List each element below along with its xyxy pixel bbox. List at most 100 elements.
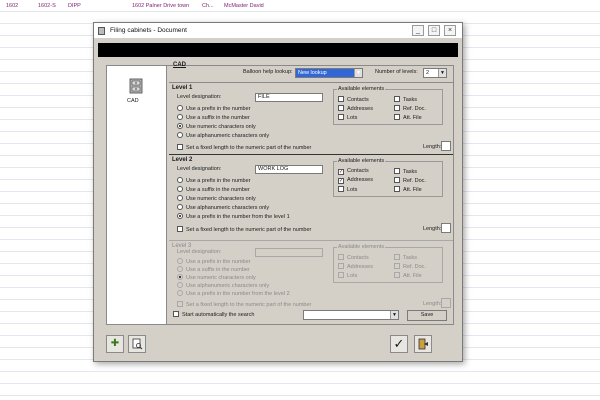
element-tasks[interactable]: Tasks xyxy=(394,96,417,103)
element-ref-doc[interactable]: Ref. Doc. xyxy=(394,177,426,184)
checkbox[interactable] xyxy=(173,311,179,317)
option-numeric[interactable]: Use numeric characters only xyxy=(177,123,256,130)
checkbox[interactable] xyxy=(338,114,344,120)
element-addresses[interactable]: Addresses xyxy=(338,105,373,112)
checkbox[interactable] xyxy=(394,177,400,183)
radio-button[interactable] xyxy=(177,123,183,129)
save-button[interactable]: Save xyxy=(407,310,447,321)
fixed-length-checkbox[interactable]: Set a fixed length to the numeric part o… xyxy=(177,226,311,233)
cabinet-list[interactable]: CAD xyxy=(107,66,167,324)
radio-button[interactable] xyxy=(177,282,183,288)
element-addresses[interactable]: ✓ Addresses xyxy=(338,177,373,184)
checkbox[interactable] xyxy=(394,168,400,174)
radio-button[interactable] xyxy=(177,114,183,120)
element-lots[interactable]: Lots xyxy=(338,186,357,193)
option-suffix[interactable]: Use a suffix in the number xyxy=(177,114,250,121)
checkbox[interactable] xyxy=(394,114,400,120)
checkbox[interactable]: ✓ xyxy=(338,169,344,175)
exit-button[interactable] xyxy=(414,335,432,353)
maximize-button[interactable]: □ xyxy=(428,25,440,36)
chevron-down-icon[interactable]: ▼ xyxy=(438,69,446,77)
element-ref-doc[interactable]: Ref. Doc. xyxy=(394,105,426,112)
radio-button[interactable] xyxy=(177,195,183,201)
option-prefix[interactable]: Use a prefix in the number xyxy=(177,177,251,184)
radio-button[interactable] xyxy=(177,132,183,138)
level-designation-input[interactable]: WORK LOG xyxy=(255,165,323,174)
close-button[interactable]: × xyxy=(444,25,456,36)
option-alphanumeric[interactable]: Use alphanumeric characters only xyxy=(177,132,269,139)
length-input[interactable] xyxy=(441,223,451,233)
spreadsheet-row[interactable]: 1602 1602-S DIPP 1602 Palner Drive town … xyxy=(0,0,600,12)
length-label: Length: xyxy=(423,226,442,232)
radio-button[interactable] xyxy=(177,177,183,183)
option-suffix[interactable]: Use a suffix in the number xyxy=(177,186,250,193)
element-contacts[interactable]: Contacts xyxy=(338,254,369,261)
balloon-help-select[interactable]: New lookup ▼ xyxy=(295,68,363,78)
checkbox[interactable] xyxy=(394,105,400,111)
option-alphanumeric[interactable]: Use alphanumeric characters only xyxy=(177,204,269,211)
checkbox[interactable] xyxy=(394,96,400,102)
radio-button[interactable] xyxy=(177,213,183,219)
chevron-down-icon[interactable]: ▼ xyxy=(354,69,362,77)
element-lots[interactable]: Lots xyxy=(338,114,357,121)
option-prefix[interactable]: Use a prefix in the number xyxy=(177,258,251,265)
checkbox[interactable] xyxy=(338,186,344,192)
element-att-file[interactable]: Att. File xyxy=(394,114,422,121)
radio-button[interactable] xyxy=(177,266,183,272)
checkbox[interactable] xyxy=(338,263,344,269)
length-input[interactable] xyxy=(441,141,451,151)
radio-button[interactable] xyxy=(177,258,183,264)
chevron-down-icon[interactable]: ▼ xyxy=(390,311,398,319)
checkbox[interactable] xyxy=(394,263,400,269)
radio-button[interactable] xyxy=(177,204,183,210)
option-numeric[interactable]: Use numeric characters only xyxy=(177,274,256,281)
element-contacts[interactable]: Contacts xyxy=(338,96,369,103)
checkbox[interactable] xyxy=(338,272,344,278)
length-input[interactable] xyxy=(441,298,451,308)
element-tasks[interactable]: Tasks xyxy=(394,168,417,175)
level-title: Level 1 xyxy=(172,85,193,91)
element-lots[interactable]: Lots xyxy=(338,272,357,279)
minimize-button[interactable]: _ xyxy=(412,25,424,36)
checkbox[interactable] xyxy=(394,254,400,260)
radio-button[interactable] xyxy=(177,290,183,296)
checkbox[interactable] xyxy=(177,301,183,307)
auto-search-checkbox[interactable]: Start automatically the search xyxy=(173,311,254,318)
cabinet-label[interactable]: CAD xyxy=(127,98,139,104)
checkbox[interactable] xyxy=(177,226,183,232)
fixed-length-checkbox[interactable]: Set a fixed length to the numeric part o… xyxy=(177,301,311,308)
checkbox[interactable]: ✓ xyxy=(338,178,344,184)
level-designation-input[interactable]: FILE xyxy=(255,93,323,102)
option-suffix[interactable]: Use a suffix in the number xyxy=(177,266,250,273)
tab-cad[interactable]: CAD xyxy=(173,62,186,68)
element-addresses[interactable]: Addresses xyxy=(338,263,373,270)
option-alphanumeric[interactable]: Use alphanumeric characters only xyxy=(177,282,269,289)
element-att-file[interactable]: Att. File xyxy=(394,186,422,193)
option-prefix-from-level[interactable]: Use a prefix in the number from the leve… xyxy=(177,290,290,297)
add-button[interactable]: ✚ xyxy=(106,335,124,353)
element-contacts[interactable]: ✓ Contacts xyxy=(338,168,369,175)
search-select[interactable]: ▼ xyxy=(303,310,399,320)
element-tasks[interactable]: Tasks xyxy=(394,254,417,261)
radio-button[interactable] xyxy=(177,186,183,192)
radio-button[interactable] xyxy=(177,105,183,111)
title-bar[interactable]: Filing cabinets - Document _ □ × xyxy=(94,23,462,39)
exit-door-icon xyxy=(418,338,428,350)
fixed-length-checkbox[interactable]: Set a fixed length to the numeric part o… xyxy=(177,144,311,151)
element-att-file[interactable]: Att. File xyxy=(394,272,422,279)
checkbox[interactable] xyxy=(394,186,400,192)
ok-button[interactable]: ✓ xyxy=(390,335,408,353)
checkbox[interactable] xyxy=(338,254,344,260)
levels-count-select[interactable]: 2 ▼ xyxy=(423,68,447,78)
checkbox[interactable] xyxy=(394,272,400,278)
checkbox[interactable] xyxy=(338,105,344,111)
preview-button[interactable] xyxy=(128,335,146,353)
option-prefix-from-level[interactable]: Use a prefix in the number from the leve… xyxy=(177,213,290,220)
checkbox[interactable] xyxy=(338,96,344,102)
level-designation-input[interactable] xyxy=(255,248,323,257)
option-prefix[interactable]: Use a prefix in the number xyxy=(177,105,251,112)
checkbox[interactable] xyxy=(177,144,183,150)
option-numeric[interactable]: Use numeric characters only xyxy=(177,195,256,202)
element-ref-doc[interactable]: Ref. Doc. xyxy=(394,263,426,270)
radio-button[interactable] xyxy=(177,274,183,280)
